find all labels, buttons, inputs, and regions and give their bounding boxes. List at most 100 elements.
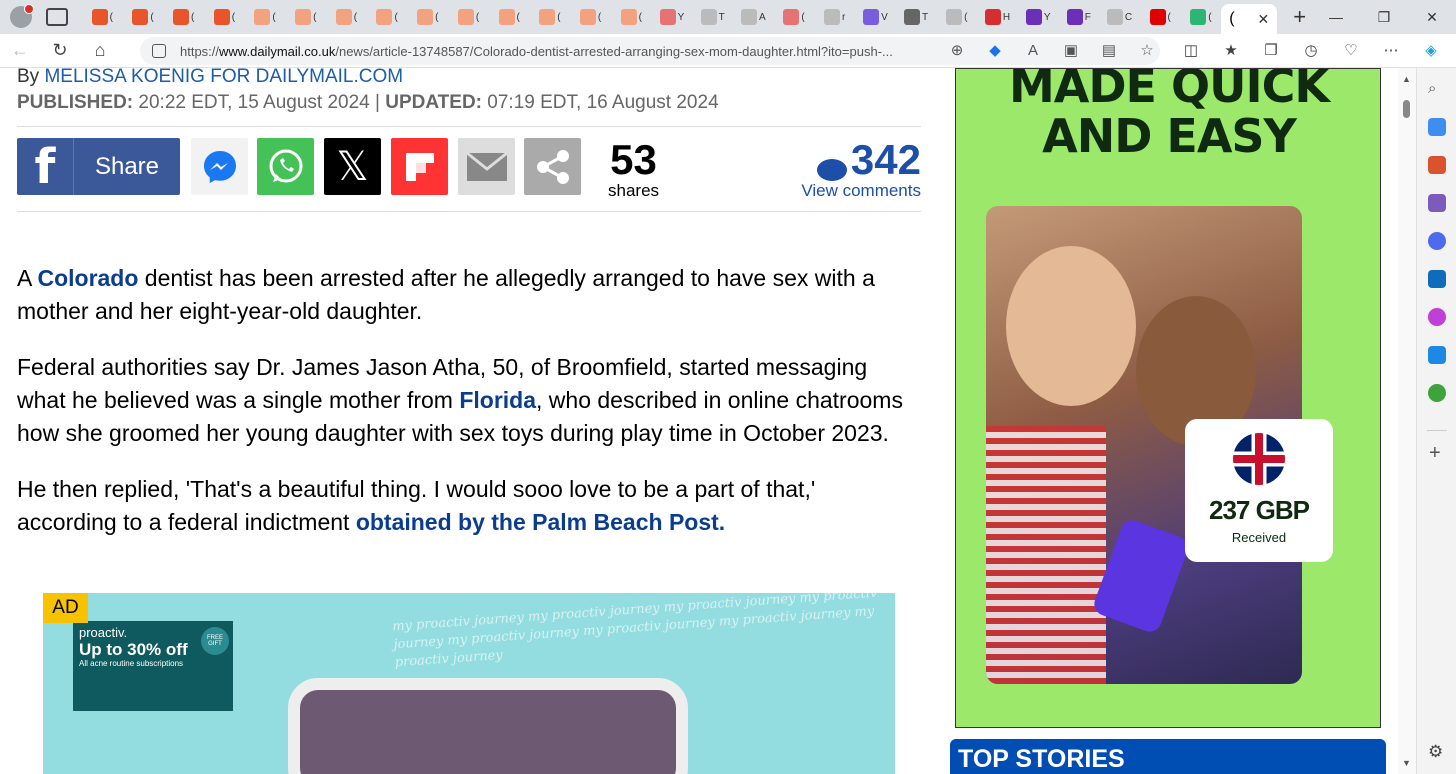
whatsapp-icon: [269, 149, 302, 182]
messenger-share-button[interactable]: [191, 138, 248, 195]
browser-tab[interactable]: V: [855, 3, 896, 31]
settings-more-icon[interactable]: ⋯: [1382, 42, 1400, 60]
tab-actions-icon[interactable]: [46, 8, 68, 26]
read-aloud-icon[interactable]: A: [1024, 42, 1042, 60]
add-sidebar-app-icon[interactable]: +: [1429, 442, 1441, 465]
author-link[interactable]: MELISSA KOENIG FOR DAILYMAIL.COM: [44, 68, 403, 87]
browser-tab[interactable]: T: [692, 3, 733, 31]
coupon-tag-icon[interactable]: ◆: [986, 42, 1004, 60]
refresh-icon[interactable]: ↻: [40, 40, 80, 61]
zoom-icon[interactable]: ⊕: [948, 42, 966, 60]
tab-title: Y: [1043, 11, 1051, 23]
outlook-icon[interactable]: [1428, 270, 1446, 288]
tab-favicon-icon: [741, 9, 757, 25]
browser-tab[interactable]: (: [123, 3, 164, 31]
sidebar-ad[interactable]: MADE QUICK AND EASY 237 GBP Received: [955, 68, 1381, 728]
browser-tab[interactable]: (: [936, 3, 977, 31]
browser-tab[interactable]: (: [326, 3, 367, 31]
browser-tab[interactable]: F: [1059, 3, 1100, 31]
copilot-icon[interactable]: ◈: [1422, 42, 1440, 60]
tab-favicon-icon: [132, 9, 149, 25]
browser-tab[interactable]: (: [774, 3, 815, 31]
browser-tab[interactable]: (: [245, 3, 286, 31]
tab-title: (: [516, 11, 520, 23]
designer-icon[interactable]: [1428, 308, 1446, 326]
facebook-share-label: Share: [94, 152, 160, 180]
browser-tab[interactable]: Y: [1018, 3, 1059, 31]
browser-tab[interactable]: (: [1181, 3, 1222, 31]
browser-tab[interactable]: (: [1140, 3, 1181, 31]
search-icon[interactable]: ⌕: [1428, 80, 1446, 98]
browser-tab[interactable]: T: [896, 3, 937, 31]
active-tab[interactable]: ( ✕: [1221, 4, 1278, 34]
close-tab-icon[interactable]: ✕: [1258, 11, 1270, 28]
top-stories-header[interactable]: TOP STORIES: [950, 739, 1386, 774]
tab-title: (: [801, 11, 805, 23]
browser-tab[interactable]: C: [1099, 3, 1140, 31]
browser-tab[interactable]: Y: [652, 3, 693, 31]
minimize-button[interactable]: —: [1312, 9, 1360, 25]
ad-promo-panel: proactiv. Up to 30% off All acne routine…: [73, 621, 233, 711]
colorado-link[interactable]: Colorado: [37, 265, 138, 291]
split-screen-icon[interactable]: ◫: [1182, 42, 1200, 60]
browser-toolbar-right: ◫ ★ ❐ ◷ ♡ ⋯ ◈: [1182, 42, 1440, 60]
tab-title: (: [313, 11, 317, 23]
scroll-thumb[interactable]: [1403, 100, 1410, 118]
browser-tab[interactable]: (: [448, 3, 489, 31]
restore-button[interactable]: ❐: [1360, 9, 1408, 26]
x-share-button[interactable]: 𝕏: [324, 138, 381, 195]
tab-favicon-icon: [824, 9, 841, 25]
browser-tab[interactable]: (: [367, 3, 408, 31]
profile-avatar-icon[interactable]: [10, 4, 34, 28]
email-share-button[interactable]: [458, 138, 515, 195]
favorite-star-icon[interactable]: ☆: [1138, 42, 1156, 60]
favorites-icon[interactable]: ★: [1222, 42, 1240, 60]
palm-beach-post-link[interactable]: obtained by the Palm Beach Post.: [356, 509, 725, 535]
shopping-icon[interactable]: [1428, 118, 1446, 136]
close-window-button[interactable]: ✕: [1408, 9, 1456, 26]
tab-title: (: [638, 11, 642, 23]
view-comments-link[interactable]: View comments: [801, 181, 921, 201]
browser-tab[interactable]: A: [733, 3, 774, 31]
browser-tab[interactable]: (: [82, 3, 123, 31]
new-tab-button[interactable]: +: [1293, 6, 1306, 28]
telegram-icon[interactable]: [1428, 346, 1446, 364]
tools-icon[interactable]: [1428, 156, 1446, 174]
games-icon[interactable]: [1428, 194, 1446, 212]
tab-favicon-icon: [1149, 9, 1166, 25]
immersive-reader-icon[interactable]: ▤: [1100, 42, 1118, 60]
more-share-button[interactable]: [524, 138, 581, 195]
browser-tab[interactable]: (: [611, 3, 652, 31]
browser-tab[interactable]: r: [814, 3, 855, 31]
app-install-icon[interactable]: ▣: [1062, 42, 1080, 60]
copilot-app-icon[interactable]: [1428, 232, 1446, 250]
browser-tab[interactable]: (: [285, 3, 326, 31]
browser-essentials-icon[interactable]: ♡: [1342, 42, 1360, 60]
browser-tab[interactable]: (: [408, 3, 449, 31]
person-1-figure: [1006, 246, 1136, 406]
gear-icon[interactable]: ⚙: [1428, 742, 1443, 762]
scroll-up-icon[interactable]: ▲: [1402, 74, 1411, 84]
history-icon[interactable]: ◷: [1302, 42, 1320, 60]
browser-tab[interactable]: (: [570, 3, 611, 31]
inline-ad[interactable]: my proactiv journey my proactiv journey …: [43, 593, 895, 774]
active-tab-label: (: [1229, 10, 1235, 27]
browser-tab[interactable]: H: [977, 3, 1018, 31]
page-scrollbar[interactable]: ▲ ▼: [1398, 68, 1416, 774]
browser-tab[interactable]: (: [163, 3, 204, 31]
home-icon[interactable]: ⌂: [80, 40, 120, 61]
scroll-down-icon[interactable]: ▼: [1402, 758, 1411, 768]
florida-link[interactable]: Florida: [459, 387, 536, 413]
tree-icon[interactable]: [1428, 384, 1446, 402]
browser-tab[interactable]: (: [204, 3, 245, 31]
back-icon[interactable]: ←: [0, 40, 40, 61]
comments-link[interactable]: 342 View comments: [801, 139, 921, 201]
tab-favicon-icon: [335, 9, 352, 25]
lock-icon[interactable]: [152, 44, 166, 58]
flipboard-share-button[interactable]: [391, 138, 448, 195]
collections-icon[interactable]: ❐: [1262, 42, 1280, 60]
facebook-share-button[interactable]: f Share: [17, 138, 180, 195]
whatsapp-share-button[interactable]: [257, 138, 314, 195]
browser-tab[interactable]: (: [489, 3, 530, 31]
browser-tab[interactable]: (: [530, 3, 571, 31]
